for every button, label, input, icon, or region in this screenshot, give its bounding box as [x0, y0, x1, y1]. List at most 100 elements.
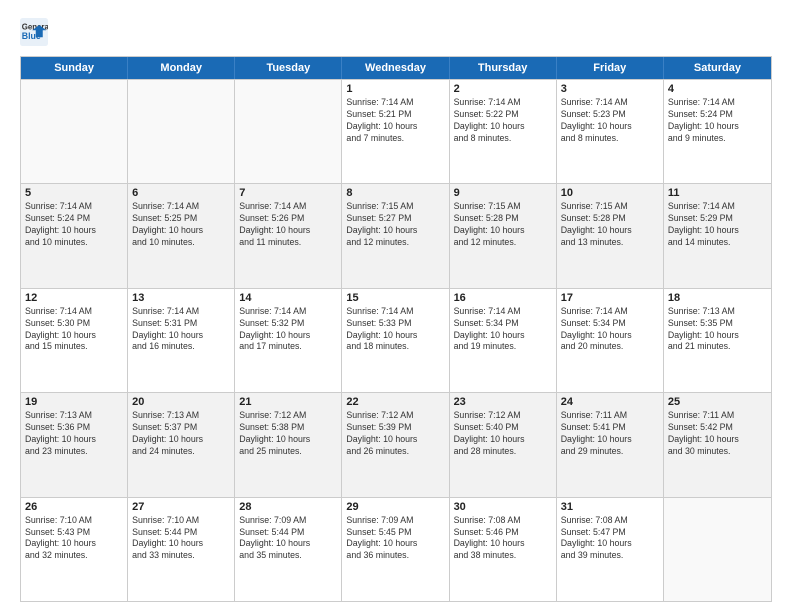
day-cell-13: 13 Sunrise: 7:14 AM Sunset: 5:31 PM Dayli… [128, 289, 235, 392]
day-number: 24 [561, 396, 659, 408]
day-info: Sunrise: 7:14 AM Sunset: 5:24 PM Dayligh… [25, 201, 123, 249]
day-number: 18 [668, 292, 767, 304]
weekday-header-friday: Friday [557, 57, 664, 79]
calendar-row-1: 5 Sunrise: 7:14 AM Sunset: 5:24 PM Daylig… [21, 183, 771, 287]
day-number: 3 [561, 83, 659, 95]
calendar-body: 1Sunrise: 7:14 AM Sunset: 5:21 PM Daylig… [21, 79, 771, 601]
day-cell-29: 29 Sunrise: 7:09 AM Sunset: 5:45 PM Dayli… [342, 498, 449, 601]
day-info: Sunrise: 7:14 AM Sunset: 5:29 PM Dayligh… [668, 201, 767, 249]
day-info: Sunrise: 7:15 AM Sunset: 5:28 PM Dayligh… [561, 201, 659, 249]
day-info: Sunrise: 7:14 AM Sunset: 5:23 PM Dayligh… [561, 97, 659, 145]
day-info: Sunrise: 7:09 AM Sunset: 5:44 PM Dayligh… [239, 515, 337, 563]
day-info: Sunrise: 7:08 AM Sunset: 5:47 PM Dayligh… [561, 515, 659, 563]
day-cell-31: 31 Sunrise: 7:08 AM Sunset: 5:47 PM Dayli… [557, 498, 664, 601]
day-number: 15 [346, 292, 444, 304]
day-cell-21: 21 Sunrise: 7:12 AM Sunset: 5:38 PM Dayli… [235, 393, 342, 496]
weekday-header-monday: Monday [128, 57, 235, 79]
day-info: Sunrise: 7:14 AM Sunset: 5:21 PM Dayligh… [346, 97, 444, 145]
empty-cell [664, 498, 771, 601]
weekday-header-sunday: Sunday [21, 57, 128, 79]
day-info: Sunrise: 7:14 AM Sunset: 5:24 PM Dayligh… [668, 97, 767, 145]
day-number: 7 [239, 187, 337, 199]
day-cell-25: 25Sunrise: 7:11 AM Sunset: 5:42 PM Dayli… [664, 393, 771, 496]
day-number: 16 [454, 292, 552, 304]
day-cell-9: 9 Sunrise: 7:15 AM Sunset: 5:28 PM Daylig… [450, 184, 557, 287]
day-cell-4: 4Sunrise: 7:14 AM Sunset: 5:24 PM Daylig… [664, 80, 771, 183]
day-cell-17: 17 Sunrise: 7:14 AM Sunset: 5:34 PM Dayli… [557, 289, 664, 392]
page: General Blue SundayMondayTuesdayWednesda… [0, 0, 792, 612]
day-cell-14: 14Sunrise: 7:14 AM Sunset: 5:32 PM Dayli… [235, 289, 342, 392]
day-info: Sunrise: 7:12 AM Sunset: 5:40 PM Dayligh… [454, 410, 552, 458]
day-info: Sunrise: 7:08 AM Sunset: 5:46 PM Dayligh… [454, 515, 552, 563]
header: General Blue [20, 18, 772, 46]
logo: General Blue [20, 18, 52, 46]
day-cell-30: 30Sunrise: 7:08 AM Sunset: 5:46 PM Dayli… [450, 498, 557, 601]
day-info: Sunrise: 7:14 AM Sunset: 5:32 PM Dayligh… [239, 306, 337, 354]
day-info: Sunrise: 7:14 AM Sunset: 5:34 PM Dayligh… [561, 306, 659, 354]
day-cell-24: 24 Sunrise: 7:11 AM Sunset: 5:41 PM Dayli… [557, 393, 664, 496]
day-number: 13 [132, 292, 230, 304]
day-cell-23: 23 Sunrise: 7:12 AM Sunset: 5:40 PM Dayli… [450, 393, 557, 496]
calendar-row-4: 26Sunrise: 7:10 AM Sunset: 5:43 PM Dayli… [21, 497, 771, 601]
day-info: Sunrise: 7:15 AM Sunset: 5:27 PM Dayligh… [346, 201, 444, 249]
day-cell-12: 12Sunrise: 7:14 AM Sunset: 5:30 PM Dayli… [21, 289, 128, 392]
logo-icon: General Blue [20, 18, 48, 46]
weekday-header-wednesday: Wednesday [342, 57, 449, 79]
day-number: 8 [346, 187, 444, 199]
weekday-header-tuesday: Tuesday [235, 57, 342, 79]
day-info: Sunrise: 7:14 AM Sunset: 5:31 PM Dayligh… [132, 306, 230, 354]
empty-cell [235, 80, 342, 183]
day-number: 6 [132, 187, 230, 199]
day-number: 19 [25, 396, 123, 408]
day-number: 17 [561, 292, 659, 304]
day-cell-10: 10 Sunrise: 7:15 AM Sunset: 5:28 PM Dayli… [557, 184, 664, 287]
day-info: Sunrise: 7:10 AM Sunset: 5:44 PM Dayligh… [132, 515, 230, 563]
day-cell-18: 18Sunrise: 7:13 AM Sunset: 5:35 PM Dayli… [664, 289, 771, 392]
day-info: Sunrise: 7:14 AM Sunset: 5:22 PM Dayligh… [454, 97, 552, 145]
day-number: 28 [239, 501, 337, 513]
day-cell-11: 11 Sunrise: 7:14 AM Sunset: 5:29 PM Dayli… [664, 184, 771, 287]
day-cell-6: 6 Sunrise: 7:14 AM Sunset: 5:25 PM Daylig… [128, 184, 235, 287]
day-info: Sunrise: 7:14 AM Sunset: 5:30 PM Dayligh… [25, 306, 123, 354]
day-cell-26: 26Sunrise: 7:10 AM Sunset: 5:43 PM Dayli… [21, 498, 128, 601]
day-number: 5 [25, 187, 123, 199]
day-cell-5: 5 Sunrise: 7:14 AM Sunset: 5:24 PM Daylig… [21, 184, 128, 287]
day-info: Sunrise: 7:11 AM Sunset: 5:42 PM Dayligh… [668, 410, 767, 458]
day-info: Sunrise: 7:11 AM Sunset: 5:41 PM Dayligh… [561, 410, 659, 458]
day-cell-7: 7Sunrise: 7:14 AM Sunset: 5:26 PM Daylig… [235, 184, 342, 287]
day-info: Sunrise: 7:09 AM Sunset: 5:45 PM Dayligh… [346, 515, 444, 563]
day-info: Sunrise: 7:15 AM Sunset: 5:28 PM Dayligh… [454, 201, 552, 249]
day-number: 26 [25, 501, 123, 513]
day-number: 31 [561, 501, 659, 513]
day-number: 21 [239, 396, 337, 408]
day-number: 29 [346, 501, 444, 513]
day-cell-20: 20 Sunrise: 7:13 AM Sunset: 5:37 PM Dayli… [128, 393, 235, 496]
day-info: Sunrise: 7:12 AM Sunset: 5:38 PM Dayligh… [239, 410, 337, 458]
day-cell-19: 19Sunrise: 7:13 AM Sunset: 5:36 PM Dayli… [21, 393, 128, 496]
calendar: SundayMondayTuesdayWednesdayThursdayFrid… [20, 56, 772, 602]
day-cell-16: 16 Sunrise: 7:14 AM Sunset: 5:34 PM Dayli… [450, 289, 557, 392]
day-number: 10 [561, 187, 659, 199]
day-info: Sunrise: 7:14 AM Sunset: 5:33 PM Dayligh… [346, 306, 444, 354]
empty-cell [21, 80, 128, 183]
day-number: 2 [454, 83, 552, 95]
day-cell-27: 27Sunrise: 7:10 AM Sunset: 5:44 PM Dayli… [128, 498, 235, 601]
calendar-row-3: 19Sunrise: 7:13 AM Sunset: 5:36 PM Dayli… [21, 392, 771, 496]
day-cell-1: 1Sunrise: 7:14 AM Sunset: 5:21 PM Daylig… [342, 80, 449, 183]
calendar-header: SundayMondayTuesdayWednesdayThursdayFrid… [21, 57, 771, 79]
day-number: 20 [132, 396, 230, 408]
day-info: Sunrise: 7:14 AM Sunset: 5:25 PM Dayligh… [132, 201, 230, 249]
empty-cell [128, 80, 235, 183]
calendar-row-2: 12Sunrise: 7:14 AM Sunset: 5:30 PM Dayli… [21, 288, 771, 392]
day-number: 22 [346, 396, 444, 408]
day-info: Sunrise: 7:14 AM Sunset: 5:34 PM Dayligh… [454, 306, 552, 354]
day-number: 23 [454, 396, 552, 408]
day-info: Sunrise: 7:13 AM Sunset: 5:37 PM Dayligh… [132, 410, 230, 458]
day-cell-15: 15 Sunrise: 7:14 AM Sunset: 5:33 PM Dayli… [342, 289, 449, 392]
day-number: 11 [668, 187, 767, 199]
day-info: Sunrise: 7:12 AM Sunset: 5:39 PM Dayligh… [346, 410, 444, 458]
day-cell-2: 2 Sunrise: 7:14 AM Sunset: 5:22 PM Daylig… [450, 80, 557, 183]
day-cell-28: 28 Sunrise: 7:09 AM Sunset: 5:44 PM Dayli… [235, 498, 342, 601]
day-cell-22: 22 Sunrise: 7:12 AM Sunset: 5:39 PM Dayli… [342, 393, 449, 496]
day-number: 9 [454, 187, 552, 199]
